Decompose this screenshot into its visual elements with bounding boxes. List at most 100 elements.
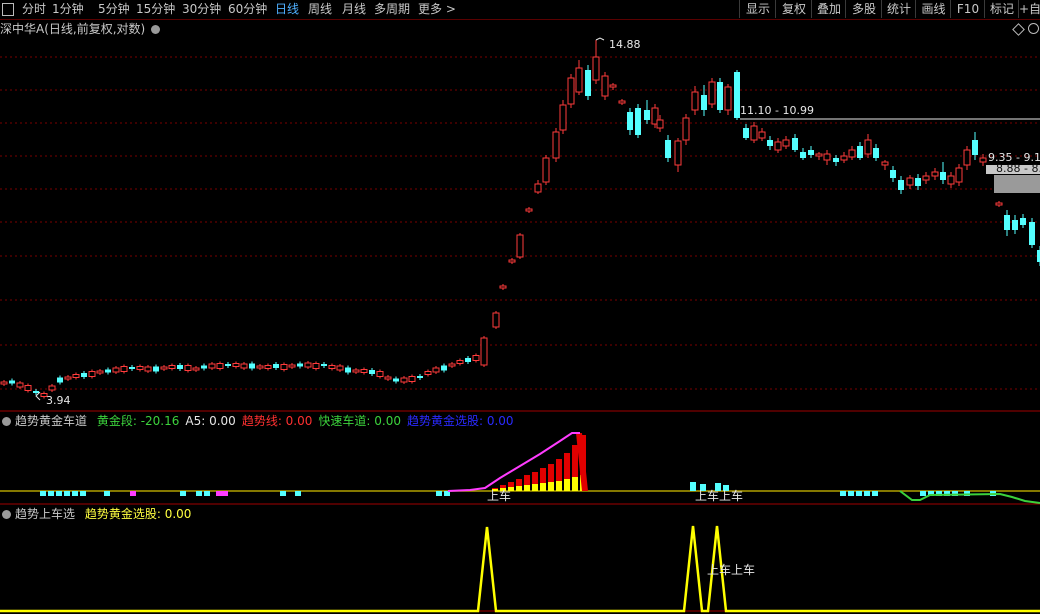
candle-body — [88, 371, 96, 377]
indicator1-red-bar — [556, 459, 562, 481]
candle-body — [400, 377, 408, 383]
price-box — [994, 175, 1040, 193]
candle-body — [120, 366, 128, 372]
indicator1-yellow-bar — [524, 485, 530, 491]
candle-body — [972, 140, 978, 155]
candle-body — [940, 172, 946, 180]
candle-body — [758, 131, 766, 139]
indicator1-field-4: 趋势黄金选股: 0.00 — [406, 414, 514, 428]
indicator1-bar — [864, 491, 870, 496]
candle-body — [352, 369, 360, 373]
indicator1-bar — [840, 491, 846, 496]
candle-body — [873, 148, 879, 158]
candle-body — [635, 108, 641, 135]
indicator1-bar — [72, 491, 78, 496]
candle-body — [328, 365, 336, 369]
candle-body — [280, 364, 288, 370]
indicator1-red-bar — [540, 468, 546, 483]
candle-body — [743, 128, 749, 138]
indicator1-yellow-bar — [564, 479, 570, 491]
candle-body — [432, 367, 440, 373]
candle-body — [16, 382, 24, 388]
candle-body — [767, 140, 773, 146]
candle-body — [931, 171, 939, 177]
indicator1-yellow-bar — [572, 477, 578, 491]
indicator1-bar — [80, 491, 86, 496]
candle-body — [321, 364, 327, 366]
candle-body — [665, 140, 671, 158]
candle-body — [1004, 215, 1010, 230]
main-panel-title: 深中华A(日线,前复权,对数) — [0, 22, 146, 36]
indicator1-bar — [280, 491, 286, 496]
candle-body — [840, 155, 848, 161]
indicator1-red-bar — [564, 453, 570, 479]
indicator1-bar — [48, 491, 54, 496]
indicator1-red-bar — [532, 472, 538, 484]
candle-body — [1020, 218, 1026, 225]
candle-body — [717, 82, 723, 110]
indicator1-bar — [436, 491, 442, 496]
candle-body — [575, 67, 583, 93]
candle-body — [393, 378, 399, 382]
indicator1-bar — [180, 491, 186, 496]
candle-body — [534, 183, 542, 193]
candle-body — [922, 175, 930, 181]
candle-body — [499, 285, 507, 289]
indicator1-red-bar — [524, 475, 530, 485]
indicator1-bar — [56, 491, 62, 496]
indicator1-bar — [216, 491, 222, 496]
candle-body — [57, 377, 63, 383]
candle-body — [644, 110, 650, 120]
candle-body — [552, 131, 560, 159]
indicator1-title-bar: 趋势黄金车道 黄金段: -20.16 A5: 0.00 趋势线: 0.00 快速车道:… — [0, 413, 514, 429]
range-label-3: 8.88 - 8. — [996, 162, 1040, 175]
candle-body — [177, 365, 183, 369]
candle-body — [240, 363, 248, 369]
candle-body — [225, 364, 231, 366]
indicator1-field-0: 黄金段: -20.16 — [96, 414, 180, 428]
chevron-down-icon[interactable] — [151, 25, 161, 34]
candle-body — [448, 363, 456, 367]
candle-body — [963, 149, 971, 166]
indicator1-yellow-bar — [556, 481, 562, 491]
candle-body — [525, 208, 533, 212]
candle-body — [947, 175, 955, 185]
range-label-1: 11.10 - 10.99 — [740, 104, 814, 117]
candle-body — [304, 362, 312, 368]
indicator1-yellow-bar — [540, 483, 546, 491]
candle-body — [848, 149, 856, 158]
candle-body — [915, 178, 921, 186]
indicator2-chevron-icon[interactable] — [2, 510, 11, 519]
signal-label-1: 上车 — [487, 489, 512, 503]
indicator1-bar — [130, 491, 136, 496]
candle-body — [105, 369, 111, 373]
candle-body — [708, 81, 716, 105]
indicator2-field-label: 趋势黄金选股: — [84, 507, 161, 521]
candle-body — [249, 363, 255, 369]
indicator1-red-bar — [548, 464, 554, 482]
candle-body — [96, 370, 104, 374]
candle-body — [24, 385, 32, 391]
indicator1-yellow-bar — [516, 486, 522, 491]
candle-body — [682, 117, 690, 141]
candle-body — [384, 376, 392, 380]
candle-body — [691, 91, 699, 111]
candle-body — [480, 337, 488, 366]
candle-body — [782, 139, 790, 147]
indicator1-bar — [196, 491, 202, 496]
low-marker — [35, 391, 41, 401]
indicator1-yellow-bar — [548, 482, 554, 491]
candle-body — [674, 140, 682, 166]
gear-icon[interactable] — [1028, 23, 1039, 34]
candle-body — [369, 370, 375, 374]
candle-body — [64, 376, 72, 380]
indicator1-bar — [64, 491, 70, 496]
candle-body — [1029, 222, 1035, 245]
candle-body — [168, 365, 176, 369]
indicator1-bar — [40, 491, 46, 496]
candle-body — [112, 367, 120, 373]
indicator1-chevron-icon[interactable] — [2, 417, 11, 426]
indicator1-red-bar — [572, 445, 578, 477]
indicator1-bar — [848, 491, 854, 496]
candle-body — [601, 75, 609, 97]
